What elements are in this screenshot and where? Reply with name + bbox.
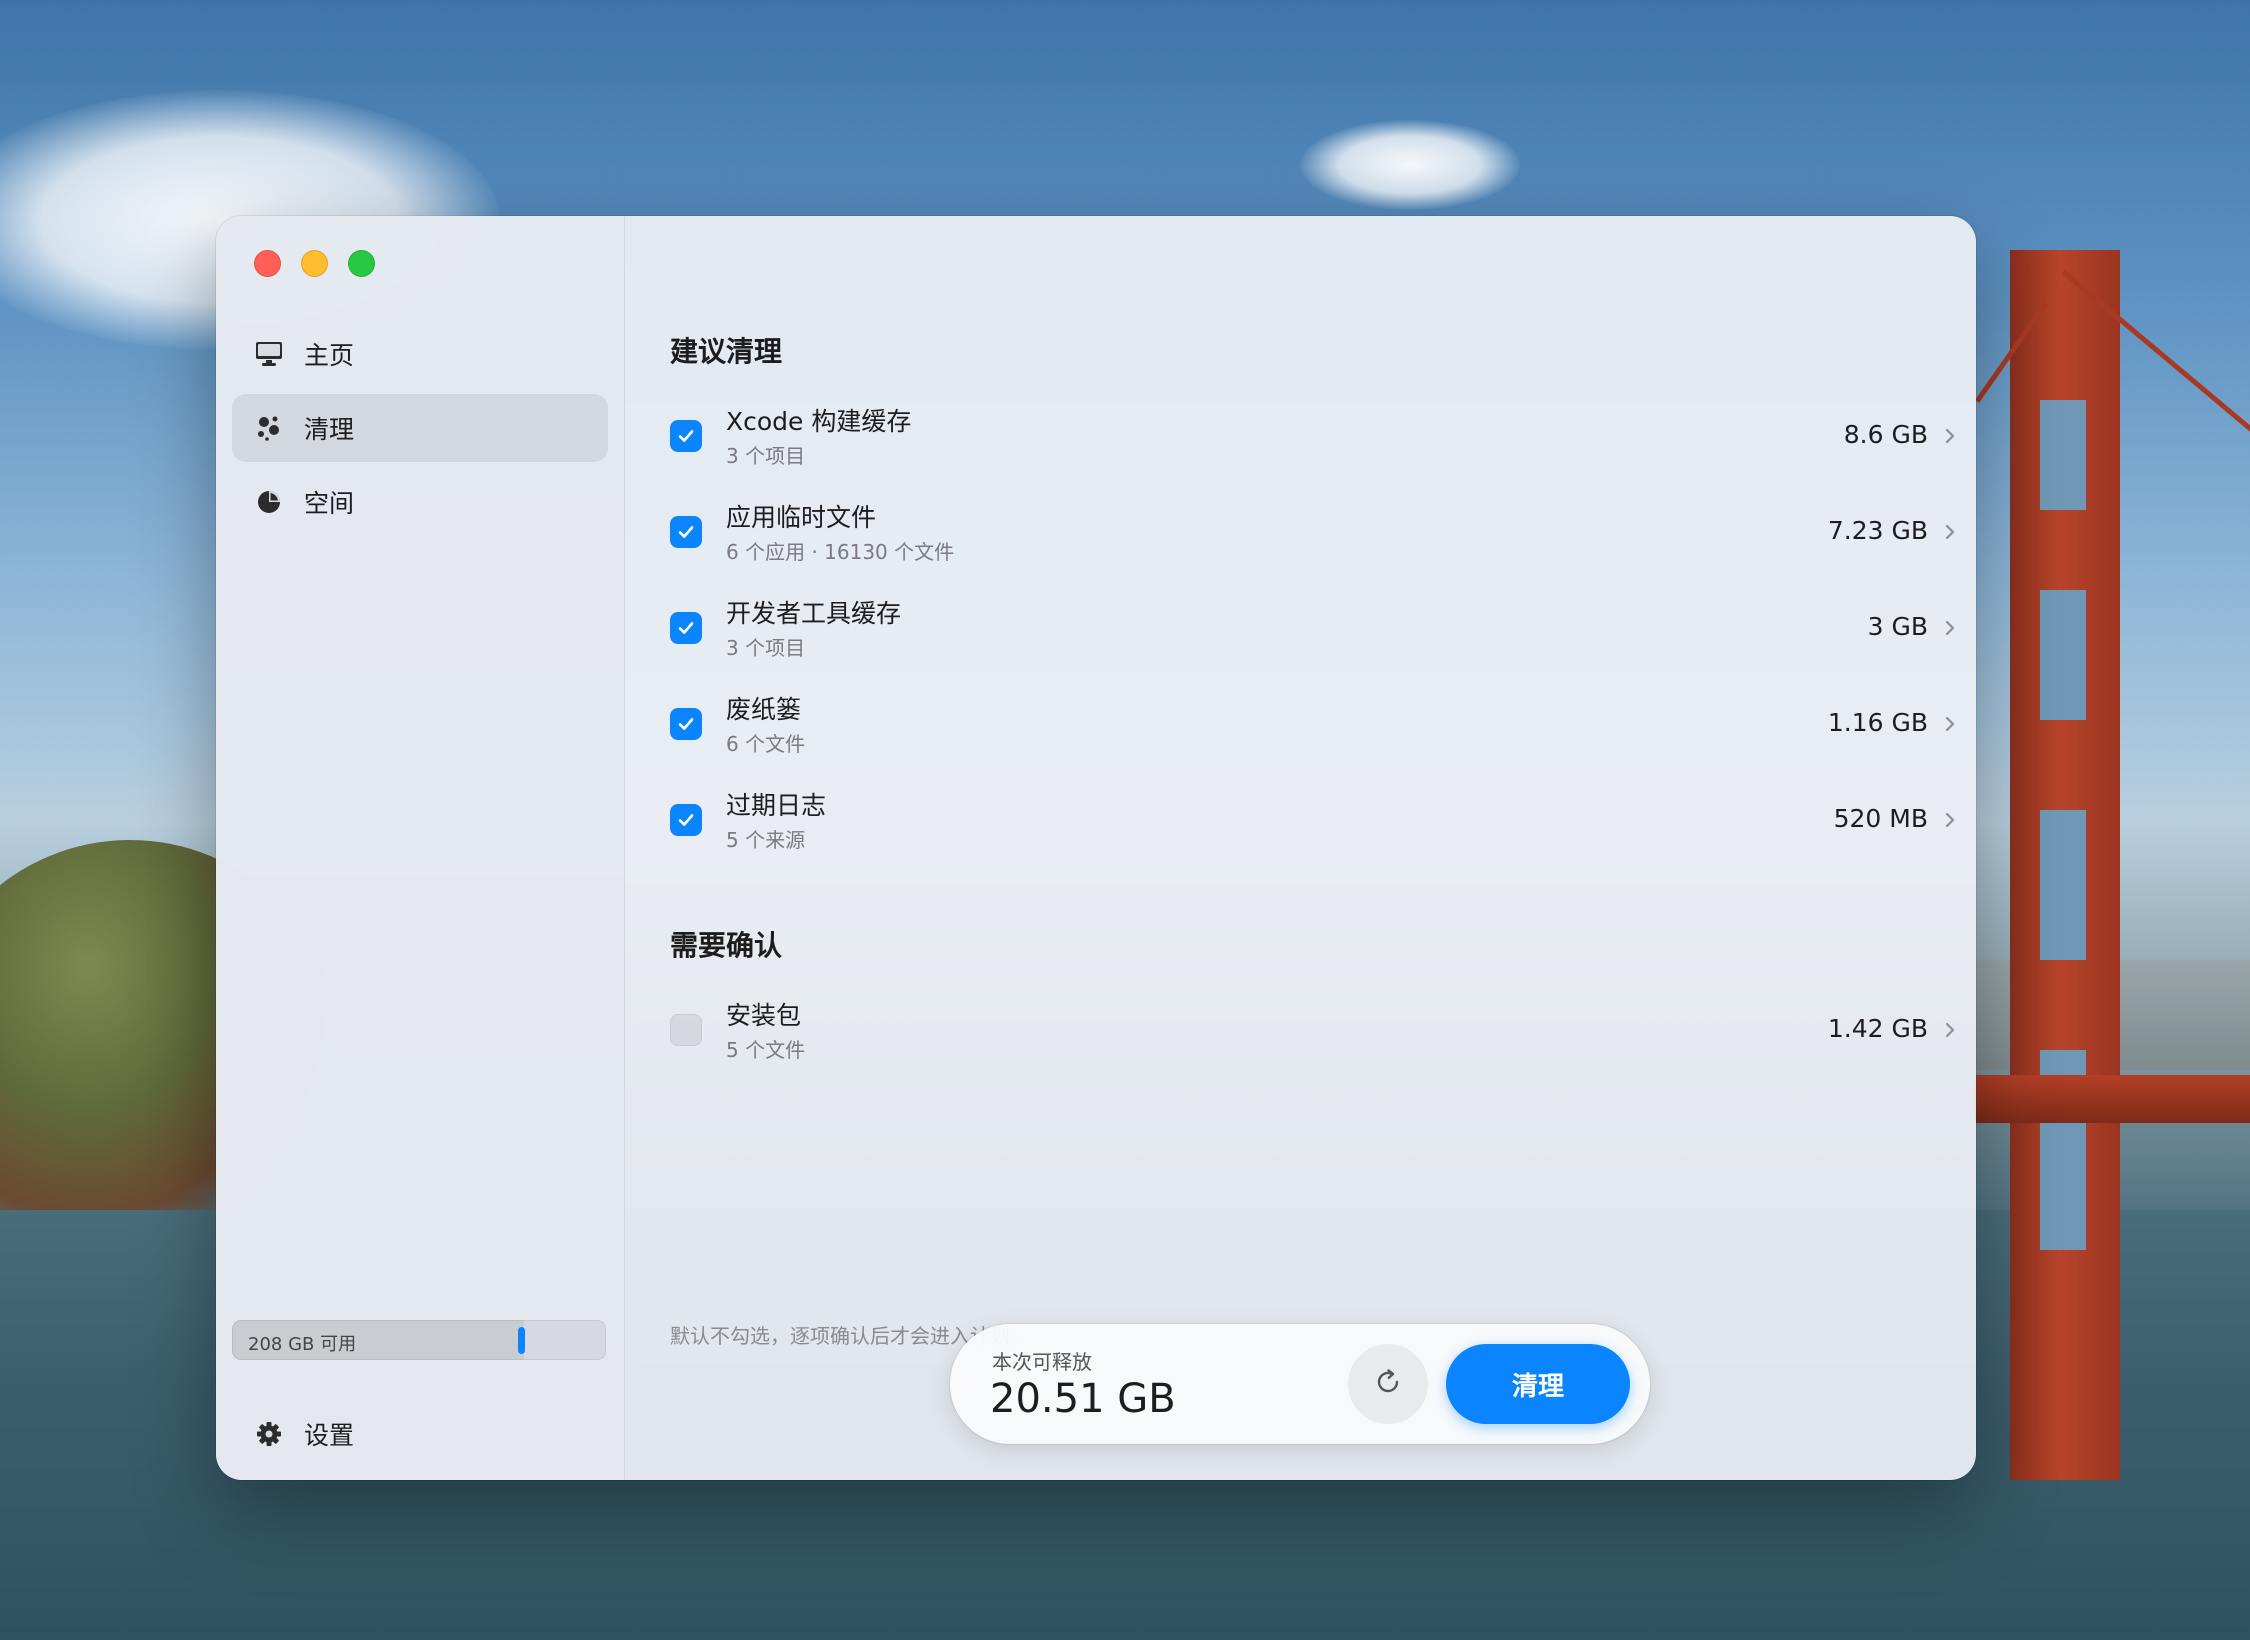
item-checkbox[interactable] bbox=[670, 516, 702, 548]
item-size: 3 GB bbox=[1867, 612, 1928, 641]
clean-button[interactable]: 清理 bbox=[1446, 1344, 1630, 1424]
section-title-recommended: 建议清理 bbox=[670, 335, 783, 368]
sidebar-item-settings[interactable]: 设置 bbox=[232, 1400, 608, 1468]
window-controls bbox=[254, 250, 375, 277]
sidebar-item-label: 空间 bbox=[304, 489, 355, 518]
cleanup-item-row[interactable]: Xcode 构建缓存 3 个项目 8.6 GB bbox=[664, 388, 1964, 484]
chevron-right-icon[interactable] bbox=[1940, 1016, 1960, 1044]
sidebar-item-label: 清理 bbox=[304, 415, 355, 444]
item-checkbox[interactable] bbox=[670, 612, 702, 644]
sparkles-icon bbox=[254, 413, 284, 443]
monitor-icon bbox=[254, 339, 284, 369]
item-size: 7.23 GB bbox=[1827, 516, 1928, 545]
item-checkbox[interactable] bbox=[670, 1014, 702, 1046]
item-title: 过期日志 bbox=[726, 791, 827, 820]
item-checkbox[interactable] bbox=[670, 708, 702, 740]
action-bar: 本次可释放 20.51 GB 清理 bbox=[950, 1324, 1650, 1444]
checkmark-icon bbox=[678, 718, 694, 730]
app-window: 主页 清理 空间 208 GB 可用 设置 建议清理 Xcode 构建缓存 3 … bbox=[216, 216, 1976, 1480]
item-size: 1.16 GB bbox=[1827, 708, 1928, 737]
cleanup-item-row[interactable]: 开发者工具缓存 3 个项目 3 GB bbox=[664, 580, 1964, 676]
main-content: 建议清理 Xcode 构建缓存 3 个项目 8.6 GB 应用临时文件 6 个应… bbox=[624, 216, 1976, 1480]
chevron-right-icon[interactable] bbox=[1940, 422, 1960, 450]
item-subtitle: 5 个文件 bbox=[726, 1038, 806, 1062]
reclaimable-label: 本次可释放 bbox=[992, 1350, 1092, 1374]
bridge-deck bbox=[1975, 1075, 2250, 1123]
item-title: 开发者工具缓存 bbox=[726, 599, 902, 628]
item-checkbox[interactable] bbox=[670, 420, 702, 452]
settings-label: 设置 bbox=[304, 1421, 355, 1450]
chevron-right-icon[interactable] bbox=[1940, 518, 1960, 546]
item-size: 1.42 GB bbox=[1827, 1014, 1928, 1043]
sidebar-nav: 主页 清理 空间 bbox=[232, 320, 608, 542]
cleanup-item-row[interactable]: 废纸篓 6 个文件 1.16 GB bbox=[664, 676, 1964, 772]
storage-indicator: 208 GB 可用 bbox=[232, 1320, 606, 1360]
refresh-icon bbox=[1373, 1367, 1403, 1401]
chevron-right-icon[interactable] bbox=[1940, 806, 1960, 834]
chevron-right-icon[interactable] bbox=[1940, 710, 1960, 738]
storage-marker bbox=[517, 1327, 525, 1354]
minimize-button[interactable] bbox=[301, 250, 328, 277]
item-subtitle: 3 个项目 bbox=[726, 636, 806, 660]
refresh-button[interactable] bbox=[1348, 1344, 1428, 1424]
cleanup-item-row[interactable]: 过期日志 5 个来源 520 MB bbox=[664, 772, 1964, 868]
storage-label: 208 GB 可用 bbox=[248, 1334, 357, 1355]
bridge-tower bbox=[2010, 250, 2120, 1480]
gear-icon bbox=[254, 1419, 284, 1449]
section-title-needs-confirm: 需要确认 bbox=[670, 929, 783, 962]
item-size: 520 MB bbox=[1833, 804, 1928, 833]
sidebar-item-home[interactable]: 主页 bbox=[232, 320, 608, 388]
item-subtitle: 3 个项目 bbox=[726, 444, 806, 468]
reclaimable-value: 20.51 GB bbox=[990, 1376, 1176, 1422]
cleanup-item-row[interactable]: 安装包 5 个文件 1.42 GB bbox=[664, 982, 1964, 1078]
item-size: 8.6 GB bbox=[1843, 420, 1928, 449]
checkmark-icon bbox=[678, 622, 694, 634]
item-checkbox[interactable] bbox=[670, 804, 702, 836]
checkmark-icon bbox=[678, 814, 694, 826]
cleanup-item-row[interactable]: 应用临时文件 6 个应用 · 16130 个文件 7.23 GB bbox=[664, 484, 1964, 580]
checkmark-icon bbox=[678, 526, 694, 538]
sidebar-item-label: 主页 bbox=[304, 341, 355, 370]
cloud bbox=[1300, 120, 1520, 210]
item-title: 废纸篓 bbox=[726, 695, 802, 724]
item-subtitle: 5 个来源 bbox=[726, 828, 806, 852]
item-subtitle: 6 个文件 bbox=[726, 732, 806, 756]
sidebar-item-clean[interactable]: 清理 bbox=[232, 394, 608, 462]
close-button[interactable] bbox=[254, 250, 281, 277]
checkmark-icon bbox=[678, 430, 694, 442]
item-title: 应用临时文件 bbox=[726, 503, 877, 532]
item-subtitle: 6 个应用 · 16130 个文件 bbox=[726, 540, 955, 564]
chevron-right-icon[interactable] bbox=[1940, 614, 1960, 642]
sidebar-item-space[interactable]: 空间 bbox=[232, 468, 608, 536]
pie-chart-icon bbox=[254, 487, 284, 517]
settings-area: 设置 bbox=[232, 1400, 608, 1474]
item-title: 安装包 bbox=[726, 1001, 802, 1030]
sidebar: 主页 清理 空间 208 GB 可用 设置 bbox=[216, 216, 625, 1480]
zoom-button[interactable] bbox=[348, 250, 375, 277]
item-title: Xcode 构建缓存 bbox=[726, 407, 912, 436]
